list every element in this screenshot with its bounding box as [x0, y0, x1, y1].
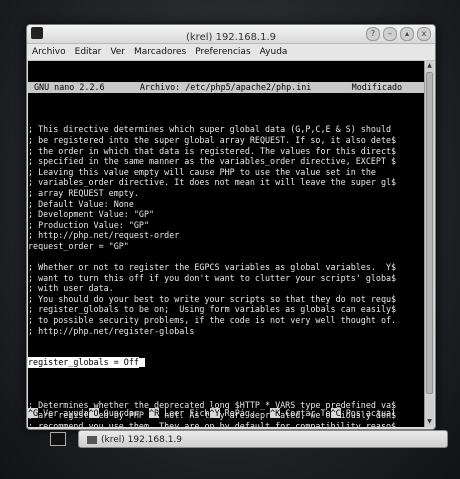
scroll-up-arrow-icon[interactable]: ▲: [425, 61, 434, 71]
minimize-button[interactable]: –: [383, 27, 397, 41]
shortcut-label: Guardar: [98, 408, 150, 419]
close-button[interactable]: x: [417, 27, 431, 41]
shortcut-label: Ver ayuda: [38, 408, 89, 419]
editor-line: request_order = "GP": [28, 240, 129, 251]
window-title: (krel) 192.168.1.9: [185, 32, 277, 43]
editor-line: ; register_globals to be on; Using form …: [28, 304, 397, 315]
shortcut-label: Cortar Te: [280, 408, 331, 419]
editor-line: ; Development Value: "GP": [28, 209, 155, 220]
menu-ver[interactable]: Ver: [110, 47, 125, 57]
shortcut-label: Leer Fich: [159, 408, 210, 419]
maximize-button[interactable]: ▴: [400, 27, 414, 41]
editor-line: ; the order in which that data is regist…: [28, 145, 397, 156]
nano-shortcuts: ^G Ver ayuda^O Guardar ^R Leer Fich^Y Re…: [28, 387, 424, 427]
scrollbar-thumb[interactable]: [426, 72, 433, 394]
editor-line: ; Whether or not to register the EGPCS v…: [28, 262, 397, 273]
editor-cursor-line[interactable]: register_globals = Off: [28, 357, 424, 369]
shortcut-key: ^C: [330, 408, 341, 419]
shortcut-key: ^O: [88, 408, 99, 419]
shortcut-key: ^G: [28, 408, 39, 419]
editor-line: ; want to turn this off if you don't wan…: [28, 272, 397, 283]
shortcut-key: ^R: [149, 408, 160, 419]
title-bar[interactable]: (krel) 192.168.1.9 ? – ▴ x: [27, 25, 435, 44]
menu-marcadores[interactable]: Marcadores: [134, 47, 186, 57]
taskbar-task-button[interactable]: (krel) 192.168.1.9: [78, 430, 448, 448]
terminal-area[interactable]: GNU nano 2.2.6 Archivo: /etc/php5/apache…: [28, 61, 424, 427]
menu-archivo[interactable]: Archivo: [32, 47, 66, 57]
nano-version: GNU nano 2.2.6: [34, 82, 105, 93]
editor-line: ; array REQUEST empty.: [28, 187, 139, 198]
scrollbar[interactable]: ▲ ▼: [424, 61, 434, 427]
nano-filename: Archivo: /etc/php5/apache2/php.ini: [139, 82, 312, 93]
task-window-icon: [87, 435, 97, 444]
task-label: (krel) 192.168.1.9: [101, 435, 183, 445]
shortcut-label: RePág.: [219, 408, 271, 419]
editor-line: ; with user data.: [28, 283, 114, 294]
editor-text[interactable]: ; This directive determines which super …: [28, 124, 424, 336]
shortcut-label: Pos actual: [340, 408, 397, 419]
taskbar-terminal-icon[interactable]: [50, 432, 66, 446]
menu-ayuda[interactable]: Ayuda: [260, 47, 288, 57]
menu-bar: Archivo Editar Ver Marcadores Preferenci…: [27, 44, 435, 61]
editor-line: ; Leaving this value empty will cause PH…: [28, 166, 376, 177]
nano-header: GNU nano 2.2.6 Archivo: /etc/php5/apache…: [28, 82, 424, 94]
text-cursor: [138, 358, 145, 368]
editor-line: ; You should do your best to write your …: [28, 293, 397, 304]
editor-line: ; This directive determines which super …: [28, 124, 392, 135]
selected-line: register_globals = Off: [28, 357, 139, 369]
terminal-icon: [31, 27, 43, 39]
shortcut-key: ^Y: [209, 408, 220, 419]
menu-preferencias[interactable]: Preferencias: [195, 47, 250, 57]
editor-line: ; specified in the same manner as the va…: [28, 156, 397, 167]
nano-status: Modificado: [351, 82, 403, 93]
shortcut-key: ^K: [270, 408, 281, 419]
editor-line: ; be registered into the super global ar…: [28, 134, 397, 145]
editor-line: ; http://php.net/request-order: [28, 230, 180, 241]
scroll-down-arrow-icon[interactable]: ▼: [425, 417, 434, 427]
editor-line: ; variables_order directive. It does not…: [28, 177, 397, 188]
help-icon[interactable]: ?: [366, 27, 380, 41]
editor-line: ; Default Value: None: [28, 198, 134, 209]
editor-line: ; to possible security problems, if the …: [28, 315, 397, 326]
editor-line: ; http://php.net/register-globals: [28, 325, 195, 336]
menu-editar[interactable]: Editar: [75, 47, 102, 57]
terminal-window: (krel) 192.168.1.9 ? – ▴ x Archivo Edita…: [26, 24, 436, 430]
shortcut-row-1: ^G Ver ayuda^O Guardar ^R Leer Fich^Y Re…: [28, 408, 424, 419]
editor-line: ; Production Value: "GP": [28, 219, 150, 230]
